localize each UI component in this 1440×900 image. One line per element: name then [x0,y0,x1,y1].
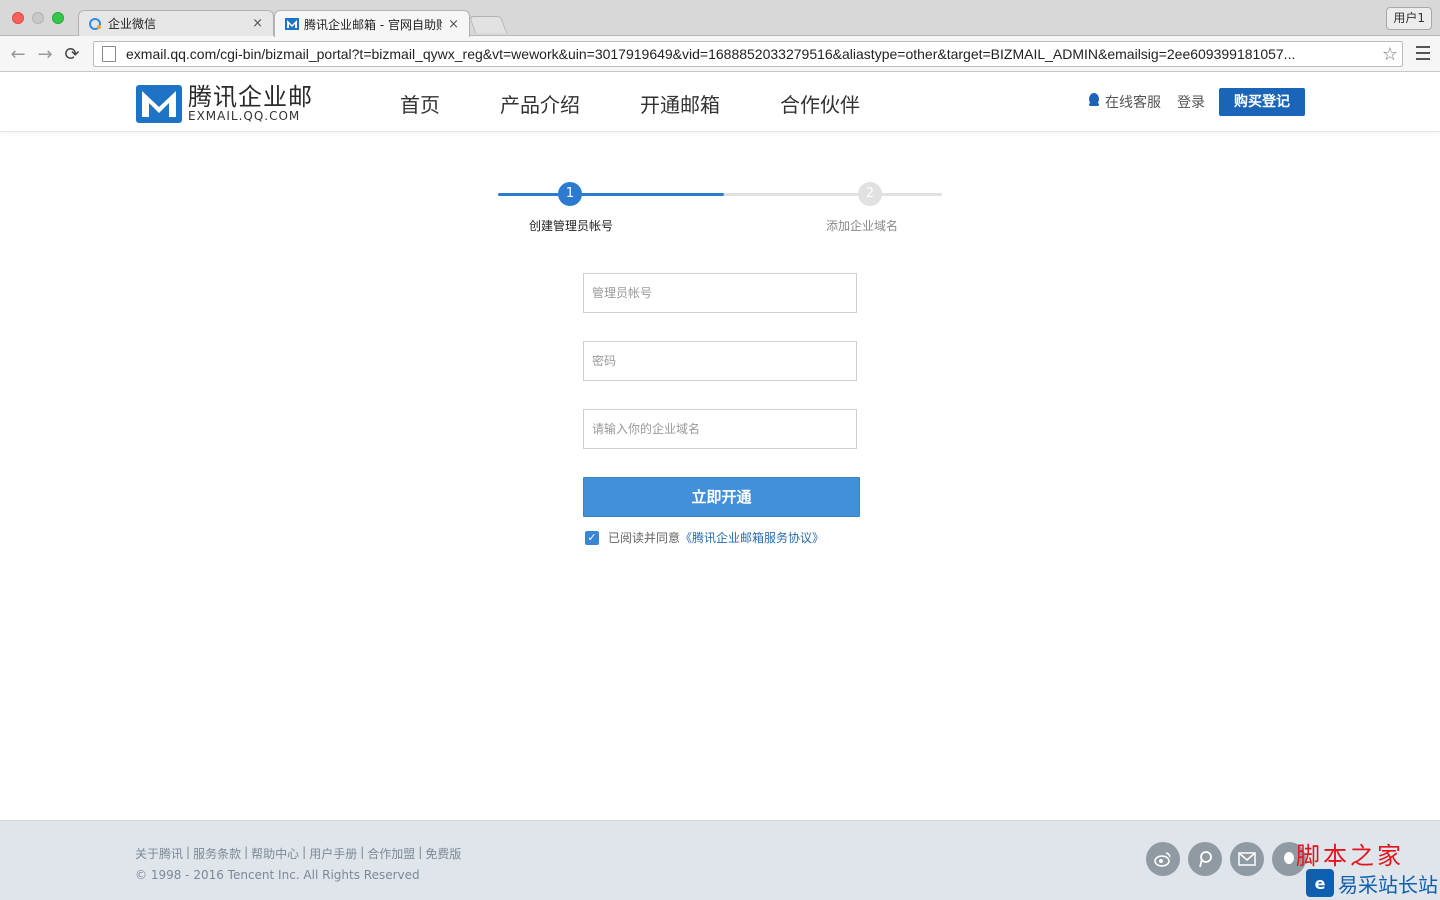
qq-penguin-icon [1087,92,1101,112]
login-link[interactable]: 登录 [1177,92,1205,112]
online-support-label: 在线客服 [1105,95,1161,111]
close-window-button[interactable] [12,12,24,24]
exmail-favicon-icon [285,17,299,31]
new-tab-button[interactable] [468,16,508,33]
footer-separator: | [244,845,249,859]
footer-link-partner[interactable]: 合作加盟 [367,845,415,862]
logo-text-cn: 腾讯企业邮 [188,83,313,111]
browser-menu-icon[interactable] [1416,46,1430,60]
footer-link-about[interactable]: 关于腾讯 [135,845,183,862]
logo-text-en: EXMAIL.QQ.COM [188,109,301,123]
nav-partners[interactable]: 合作伙伴 [780,89,860,118]
nav-home[interactable]: 首页 [400,89,440,118]
header-actions: 在线客服 登录 购买登记 [1087,88,1305,116]
footer-separator: | [360,845,365,859]
forward-icon[interactable]: → [35,44,55,65]
weibo-icon[interactable] [1146,842,1180,876]
footer-separator: | [302,845,307,859]
tab-close-icon[interactable]: × [252,16,263,31]
browser-toolbar: ← → ⟳ exmail.qq.com/cgi-bin/bizmail_port… [0,36,1440,72]
tab-close-icon[interactable]: × [448,17,459,32]
minimize-window-button[interactable] [32,12,44,24]
service-agreement-link[interactable]: 《腾讯企业邮箱服务协议》 [680,529,824,546]
site-footer: 关于腾讯 | 服务条款 | 帮助中心 | 用户手册 | 合作加盟 | 免费版 ©… [0,820,1440,900]
tab-wework[interactable]: 企业微信 × [78,10,274,36]
address-bar[interactable]: exmail.qq.com/cgi-bin/bizmail_portal?t=b… [93,41,1403,67]
maximize-window-button[interactable] [52,12,64,24]
tab-exmail[interactable]: 腾讯企业邮箱 - 官网自助购买 × [274,10,470,37]
wework-favicon-icon [89,17,103,31]
profile-button[interactable]: 用户1 [1386,7,1432,30]
tab-title: 企业微信 [108,17,157,31]
url-text[interactable]: exmail.qq.com/cgi-bin/bizmail_portal?t=b… [126,46,1374,62]
step-1-label: 创建管理员帐号 [529,219,614,233]
page-icon [102,46,116,62]
agree-checkbox[interactable]: ✓ [585,530,599,545]
footer-separator: | [418,845,423,859]
nav-products[interactable]: 产品介绍 [500,89,580,118]
yicai-logo-icon: e [1306,869,1334,897]
site-header: 腾讯企业邮 EXMAIL.QQ.COM 首页 产品介绍 开通邮箱 合作伙伴 在线… [0,72,1440,132]
registration-steps: 1 2 创建管理员帐号 添加企业域名 [498,182,942,242]
step-progress-fill [498,193,725,196]
mail-icon[interactable] [1230,842,1264,876]
browser-tab-bar: 企业微信 × 腾讯企业邮箱 - 官网自助购买 × 用户1 [0,0,1440,37]
main-nav: 首页 产品介绍 开通邮箱 合作伙伴 [400,89,920,118]
password-input[interactable] [583,341,857,381]
agreement-row: ✓ 已阅读并同意 《腾讯企业邮箱服务协议》 [585,529,824,546]
back-icon[interactable]: ← [8,44,28,65]
footer-link-manual[interactable]: 用户手册 [309,845,357,862]
step-2-marker: 2 [858,182,882,206]
admin-account-input[interactable] [583,273,857,313]
footer-link-help[interactable]: 帮助中心 [251,845,299,862]
nav-open-mailbox[interactable]: 开通邮箱 [640,89,720,118]
agree-text: 已阅读并同意 [608,531,681,545]
watermark-jb51: 脚本之家 [1296,842,1404,870]
copyright: © 1998 - 2016 Tencent Inc. All Rights Re… [135,868,420,882]
watermark-yicai-text: 易采站长站 [1338,872,1438,897]
buy-register-button[interactable]: 购买登记 [1219,88,1305,116]
tab-title: 腾讯企业邮箱 - 官网自助购买 [304,17,443,32]
step-1-marker: 1 [558,182,582,206]
reload-icon[interactable]: ⟳ [62,44,82,65]
footer-links: 关于腾讯 | 服务条款 | 帮助中心 | 用户手册 | 合作加盟 | 免费版 [135,845,461,862]
watermark-yicai: e 易采站长站 [1306,868,1438,898]
footer-link-terms[interactable]: 服务条款 [193,845,241,862]
step-2-label: 添加企业域名 [826,219,899,233]
logo[interactable]: 腾讯企业邮 EXMAIL.QQ.COM [136,84,313,123]
exmail-logo-icon [136,84,182,123]
bookmark-star-icon[interactable]: ☆ [1382,44,1398,65]
pengyou-icon[interactable] [1188,842,1222,876]
open-now-button[interactable]: 立即开通 [583,477,860,517]
online-support-link[interactable]: 在线客服 [1087,92,1161,112]
domain-input[interactable] [583,409,857,449]
footer-separator: | [186,845,191,859]
footer-link-free[interactable]: 免费版 [425,845,461,862]
